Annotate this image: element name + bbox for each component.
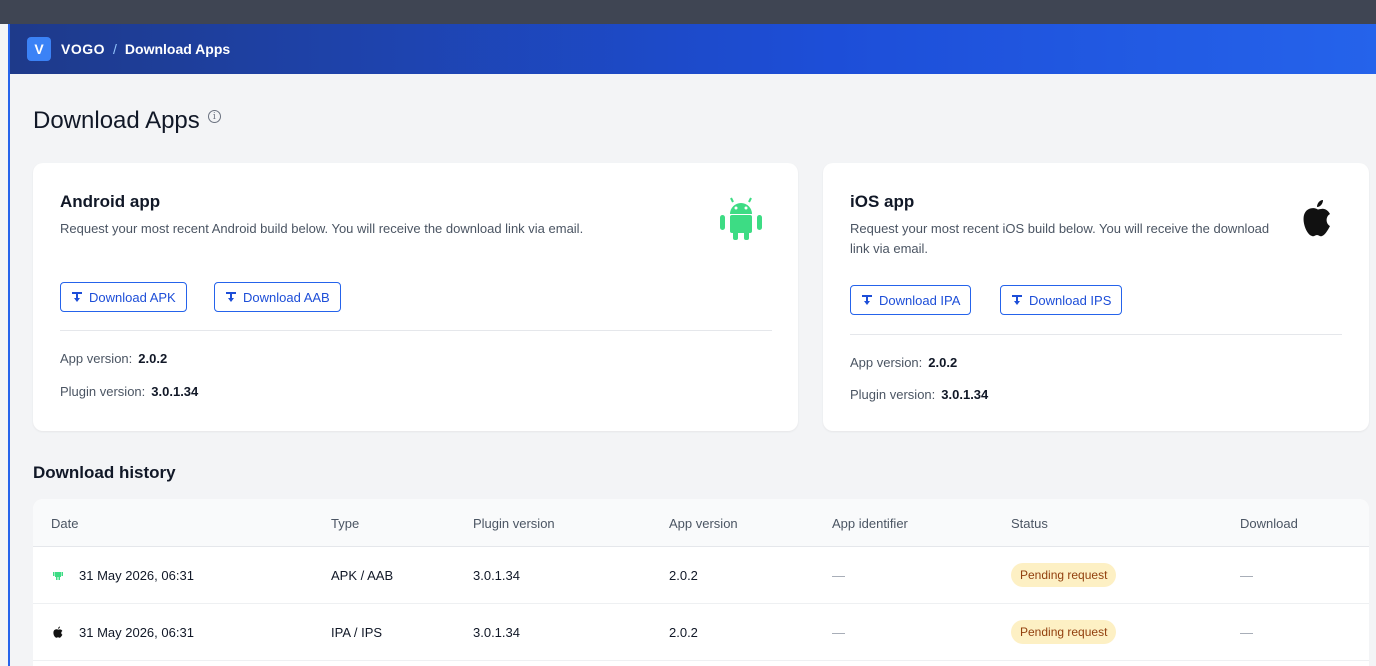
android-app-card: Android app Request your most recent And… <box>33 163 798 431</box>
app-version-value: 2.0.2 <box>138 351 168 366</box>
download-aab-button[interactable]: Download AAB <box>214 282 341 312</box>
android-card-description: Request your most recent Android build b… <box>60 221 584 236</box>
table-row[interactable]: 31 May 2026, 06:31 APK / AAB 3.0.1.34 2.… <box>33 548 1369 604</box>
column-header-app-version: App version <box>669 516 738 531</box>
breadcrumb-current: Download Apps <box>124 41 231 57</box>
page-title: Download Apps i <box>33 107 221 135</box>
cell-app-version: 2.0.2 <box>669 568 698 583</box>
ios-card-description: Request your most recent iOS build below… <box>850 221 1270 256</box>
plugin-version-label: Plugin version: <box>60 384 146 399</box>
download-ipa-label: Download IPA <box>879 292 961 308</box>
column-header-download: Download <box>1240 516 1298 531</box>
download-ips-button[interactable]: Download IPS <box>1000 285 1123 315</box>
apple-icon <box>53 626 63 638</box>
plugin-version-label: Plugin version: <box>850 387 936 402</box>
apple-icon <box>1303 200 1330 237</box>
status-badge: Pending request <box>1011 620 1117 644</box>
ios-app-version: App version: 2.0.2 <box>850 355 957 370</box>
android-icon <box>53 572 63 580</box>
cell-plugin-version: 3.0.1.34 <box>473 568 520 583</box>
left-border <box>8 24 10 666</box>
window-top-strip <box>0 0 1376 24</box>
download-history-table: Date Type Plugin version App version App… <box>33 499 1369 666</box>
android-icon <box>720 197 762 240</box>
android-app-version: App version: 2.0.2 <box>60 351 167 366</box>
download-ips-label: Download IPS <box>1029 292 1112 308</box>
logo-badge[interactable]: V <box>27 37 51 61</box>
download-aab-label: Download AAB <box>243 289 330 305</box>
column-header-app-identifier: App identifier <box>832 516 908 531</box>
download-icon <box>72 292 82 302</box>
page-title-text: Download Apps <box>33 107 200 134</box>
download-history-title: Download history <box>33 463 176 482</box>
column-header-status: Status <box>1011 516 1048 531</box>
app-version-label: App version: <box>60 351 133 366</box>
cell-download: — <box>1240 625 1253 640</box>
plugin-version-value: 3.0.1.34 <box>941 387 989 402</box>
column-header-date: Date <box>51 516 79 531</box>
table-row[interactable]: 31 May 2026, 06:31 IPA / IPS 3.0.1.34 2.… <box>33 605 1369 661</box>
top-header: V VOGO / Download Apps <box>10 24 1376 74</box>
info-icon[interactable]: i <box>207 110 221 123</box>
cell-type: APK / AAB <box>331 568 394 583</box>
card-divider <box>60 330 772 331</box>
ios-card-title: iOS app <box>850 192 915 211</box>
plugin-version-value: 3.0.1.34 <box>151 384 199 399</box>
cell-app-identifier: — <box>832 568 845 583</box>
breadcrumb-separator: / <box>113 41 117 57</box>
column-header-plugin-version: Plugin version <box>473 516 555 531</box>
download-icon <box>1012 295 1022 305</box>
cell-plugin-version: 3.0.1.34 <box>473 625 520 640</box>
android-card-title: Android app <box>60 192 161 211</box>
ios-app-card: iOS app Request your most recent iOS bui… <box>823 163 1369 431</box>
cell-date: 31 May 2026, 06:31 <box>79 625 194 640</box>
cell-download: — <box>1240 568 1253 583</box>
card-divider <box>850 334 1342 335</box>
column-header-type: Type <box>331 516 360 531</box>
cell-app-version: 2.0.2 <box>669 625 698 640</box>
app-version-label: App version: <box>850 355 923 370</box>
download-icon <box>226 292 236 302</box>
download-ipa-button[interactable]: Download IPA <box>850 285 972 315</box>
ios-plugin-version: Plugin version: 3.0.1.34 <box>850 387 988 402</box>
cell-type: IPA / IPS <box>331 625 383 640</box>
table-header: Date Type Plugin version App version App… <box>33 499 1369 547</box>
download-icon <box>862 295 872 305</box>
app-version-value: 2.0.2 <box>928 355 958 370</box>
android-plugin-version: Plugin version: 3.0.1.34 <box>60 384 198 399</box>
cell-app-identifier: — <box>832 625 845 640</box>
download-apk-button[interactable]: Download APK <box>60 282 187 312</box>
cell-date: 31 May 2026, 06:31 <box>79 568 194 583</box>
status-badge: Pending request <box>1011 563 1117 587</box>
download-apk-label: Download APK <box>89 289 176 305</box>
brand-name[interactable]: VOGO <box>61 41 105 57</box>
